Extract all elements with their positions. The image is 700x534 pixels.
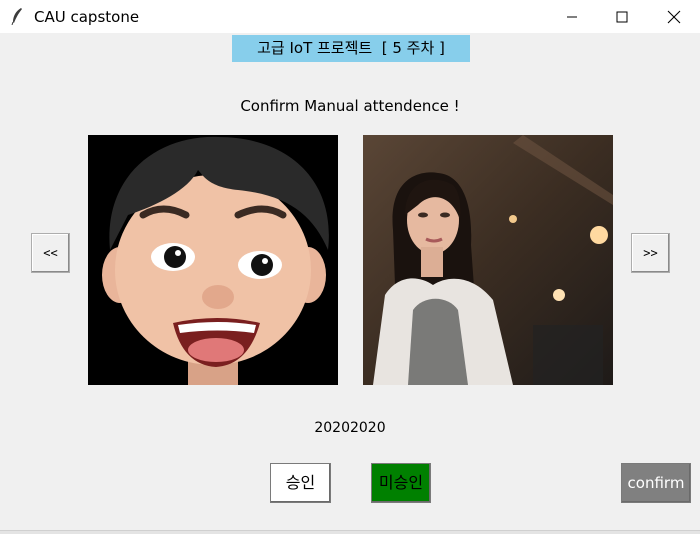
minimize-button[interactable] (549, 0, 595, 33)
reject-button[interactable]: 미승인 (371, 463, 431, 503)
captured-photo (363, 135, 613, 385)
maximize-button[interactable] (599, 0, 645, 33)
student-id-label: 20202020 (314, 420, 386, 436)
maximize-icon (616, 11, 628, 22)
course-week-label: 고급 IoT 프로젝트 [ 5 주차 ] (232, 35, 470, 62)
next-button[interactable]: >> (631, 233, 670, 273)
close-button[interactable] (651, 0, 697, 33)
minimize-icon (567, 16, 577, 17)
confirm-instruction-text: Confirm Manual attendence ! (240, 97, 460, 115)
reference-photo (88, 135, 338, 385)
avatar-image (88, 135, 338, 385)
feather-icon (11, 8, 22, 25)
previous-button[interactable]: << (31, 233, 70, 273)
approve-button[interactable]: 승인 (270, 463, 331, 503)
window-bottom-border (0, 530, 700, 534)
webcam-image (363, 135, 613, 385)
window-title: CAU capstone (34, 8, 140, 26)
confirm-button[interactable]: confirm (621, 463, 691, 503)
title-bar: CAU capstone (0, 0, 700, 33)
close-icon (667, 10, 681, 23)
